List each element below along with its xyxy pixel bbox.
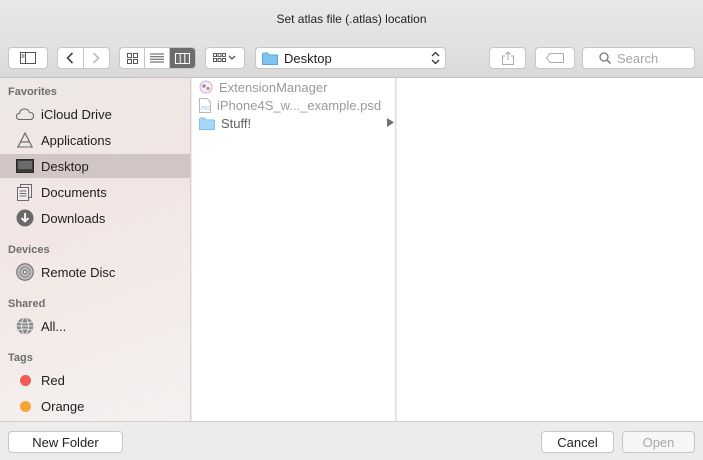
forward-button[interactable] bbox=[84, 48, 109, 68]
empty-column bbox=[397, 78, 703, 421]
sidebar: Favorites iCloud Drive Applications Desk… bbox=[0, 78, 191, 421]
list-view-button[interactable] bbox=[145, 48, 170, 68]
applications-icon bbox=[16, 131, 34, 149]
desktop-icon bbox=[16, 157, 34, 175]
sidebar-item-tag-red[interactable]: Red bbox=[0, 368, 190, 392]
network-icon bbox=[16, 317, 34, 335]
arrange-icon bbox=[213, 53, 236, 62]
updown-arrow-icon bbox=[431, 51, 440, 65]
share-icon bbox=[501, 51, 514, 65]
sidebar-item-remote-disc[interactable]: Remote Disc bbox=[0, 260, 190, 284]
list-icon bbox=[150, 53, 164, 63]
svg-text:PSD: PSD bbox=[201, 106, 211, 112]
title-bar: Set atlas file (.atlas) location bbox=[0, 0, 703, 38]
arrange-menu-button[interactable] bbox=[205, 47, 245, 69]
sidebar-item-applications[interactable]: Applications bbox=[0, 128, 190, 152]
sidebar-header-shared: Shared bbox=[8, 298, 46, 310]
sidebar-item-icloud-drive[interactable]: iCloud Drive bbox=[0, 102, 190, 126]
sidebar-item-documents[interactable]: Documents bbox=[0, 180, 190, 204]
location-label: Desktop bbox=[284, 50, 332, 66]
tag-button[interactable] bbox=[535, 47, 575, 69]
chevron-right-icon bbox=[93, 52, 100, 64]
share-button[interactable] bbox=[489, 47, 526, 69]
back-button[interactable] bbox=[58, 48, 84, 68]
window-title: Set atlas file (.atlas) location bbox=[276, 12, 427, 26]
search-icon bbox=[599, 52, 611, 64]
orange-tag-dot bbox=[19, 400, 31, 412]
psd-file-icon: PSD bbox=[199, 97, 211, 113]
bottom-bar: New Folder Cancel Open bbox=[0, 421, 703, 460]
sidebar-header-devices: Devices bbox=[8, 244, 50, 256]
file-item-extensionmanager[interactable]: ExtensionManager bbox=[192, 78, 396, 96]
file-item-psd[interactable]: PSD iPhone4S_w..._example.psd bbox=[192, 96, 396, 114]
new-folder-button[interactable]: New Folder bbox=[8, 431, 123, 453]
sidebar-item-downloads[interactable]: Downloads bbox=[0, 206, 190, 230]
icon-view-button[interactable] bbox=[120, 48, 145, 68]
sidebar-header-tags: Tags bbox=[8, 352, 33, 364]
open-button[interactable]: Open bbox=[622, 431, 695, 453]
sidebar-icon bbox=[20, 52, 36, 64]
sidebar-item-shared-all[interactable]: All... bbox=[0, 314, 190, 338]
app-icon bbox=[199, 80, 213, 94]
folder-icon bbox=[199, 117, 215, 130]
tag-icon bbox=[546, 53, 564, 63]
sidebar-header-favorites: Favorites bbox=[8, 86, 57, 98]
grid-icon bbox=[126, 52, 138, 64]
folder-icon bbox=[262, 52, 278, 65]
sidebar-item-desktop[interactable]: Desktop bbox=[0, 154, 190, 178]
location-popup[interactable]: Desktop bbox=[255, 47, 446, 69]
cloud-icon bbox=[16, 105, 34, 123]
columns-icon bbox=[175, 52, 190, 64]
cancel-button[interactable]: Cancel bbox=[541, 431, 614, 453]
view-mode-segment bbox=[119, 47, 196, 69]
chevron-left-icon bbox=[66, 52, 74, 64]
search-field[interactable]: Search bbox=[582, 47, 695, 69]
disc-icon bbox=[16, 263, 34, 281]
red-tag-dot bbox=[19, 374, 31, 386]
disclosure-triangle-icon bbox=[387, 118, 394, 127]
search-placeholder: Search bbox=[617, 50, 659, 66]
documents-icon bbox=[16, 183, 34, 201]
sidebar-toggle-button[interactable] bbox=[8, 47, 48, 69]
sidebar-item-tag-orange[interactable]: Orange bbox=[0, 394, 190, 418]
column-view-button[interactable] bbox=[170, 48, 195, 68]
file-column: ExtensionManager PSD iPhone4S_w..._examp… bbox=[192, 78, 396, 421]
downloads-icon bbox=[16, 209, 34, 227]
toolbar: Desktop Search bbox=[0, 38, 703, 78]
navigation-segment bbox=[57, 47, 110, 69]
file-item-stuff-folder[interactable]: Stuff! bbox=[192, 114, 396, 132]
